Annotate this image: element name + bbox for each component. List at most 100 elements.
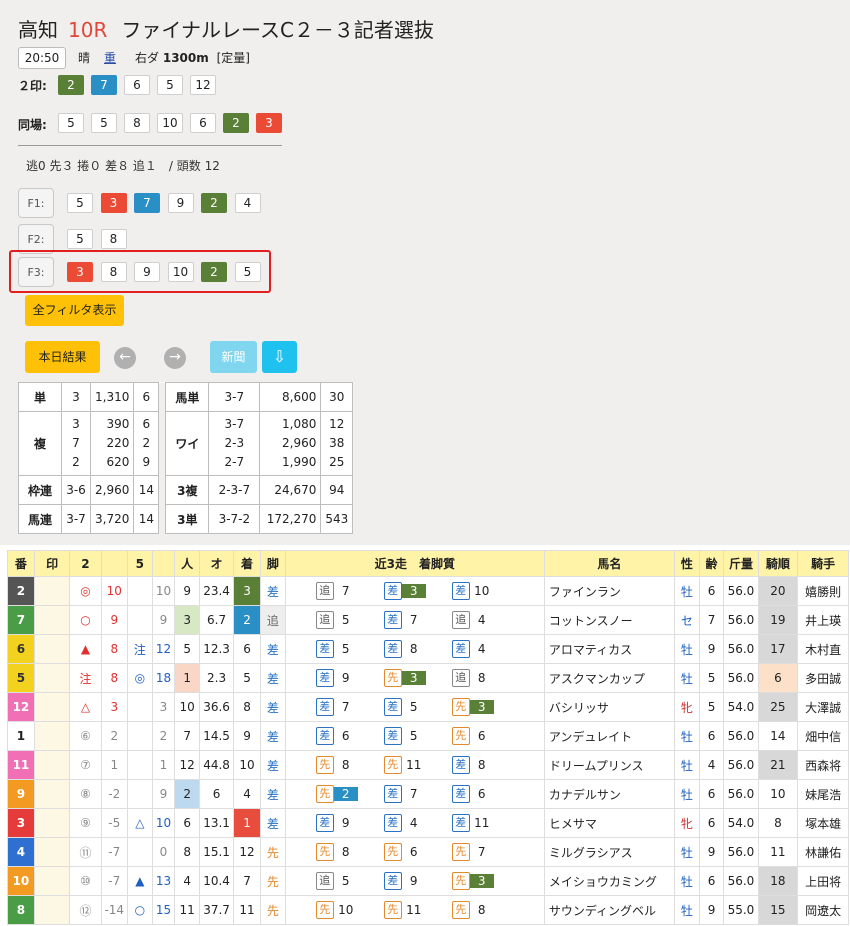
mark-5-value: 9 — [151, 605, 176, 635]
age: 6 — [698, 576, 725, 606]
popularity: 12 — [174, 750, 200, 780]
past-style: 差 — [383, 640, 402, 658]
horse-name: アンデュレイト — [543, 721, 675, 751]
popularity: 6 — [174, 808, 200, 838]
table-row[interactable]: 9 ⑧ -2 9 2 6 4 差先 2 差 7 差 6 カナデルサン牡 6 56.0 10 妹尾浩 — [7, 779, 849, 809]
jockey-rank: 10 — [757, 779, 799, 809]
weight: 56.0 — [723, 837, 759, 867]
mark-2: ▲ — [69, 634, 102, 664]
table-row[interactable]: 6 ▲ 8 注 12 5 12.3 6 差差 5 差 8 差 4 アロマティカス牡 9 56.0 17 木村直 — [7, 634, 849, 664]
odds: 23.4 — [198, 576, 235, 606]
age: 6 — [698, 779, 725, 809]
table-row[interactable]: 11 ⑦ 1 1 12 44.8 10 差先 8 先 11 差 8 ドリームプリンス牡 4 56.0 21 西森将 — [7, 750, 849, 780]
today-results-button[interactable]: 本日結果 — [25, 341, 100, 373]
age: 4 — [698, 750, 725, 780]
track-condition[interactable]: 重 — [104, 49, 116, 66]
table-row[interactable]: 7 ○ 9 9 3 6.7 2 追追 5 差 7 追 4 コットンスノーセ 7 56.0 19 井上瑛 — [7, 605, 849, 635]
race-title: 高知 10R ファイナルレースC２－３記者選抜 — [18, 14, 434, 43]
age: 5 — [698, 663, 725, 693]
column-header: 2 — [69, 550, 102, 577]
past-race: 先8 — [451, 901, 520, 919]
odds: 37.7 — [198, 895, 235, 925]
past-finish: 2 — [333, 787, 358, 801]
horse-number: 8 — [7, 895, 35, 925]
table-row[interactable]: 12 △ 3 3 10 36.6 8 差差 7 差 5 先 3 バシリッサ牝 5 54.0 25 大澤誠 — [7, 692, 849, 722]
news-button[interactable]: 新聞 — [210, 341, 257, 373]
odds: 10.4 — [198, 866, 235, 896]
table-row[interactable]: 10 ⑩ -7 ▲ 13 4 10.4 7 先追 5 差 9 先 3 メイショウカミング牡 6 56.0 18 上田… — [7, 866, 849, 896]
past-race: 先6 — [383, 843, 452, 861]
filter-number-box: 4 — [234, 193, 261, 213]
sex: 牡 — [673, 866, 700, 896]
horse-name: ドリームプリンス — [543, 750, 675, 780]
table-row[interactable]: 4 ⑪ -7 0 8 15.1 12 先先 8 先 6 先 7 ミルグラシアス牡 9 56.0 11 林謙佑 — [7, 837, 849, 867]
finish-position: 12 — [233, 837, 261, 867]
filter-button-f1[interactable]: F1: — [18, 188, 54, 218]
past-style: 先 — [451, 901, 470, 919]
mark-5-value: 13 — [151, 866, 176, 896]
past-race: 差5 — [315, 640, 384, 658]
past-race: 差 11 — [451, 814, 520, 832]
past-finish: 6 — [477, 787, 486, 801]
mark-2: ○ — [69, 605, 102, 635]
show-all-filters-button[interactable]: 全フィルタ表示 — [25, 295, 124, 326]
age: 9 — [698, 837, 725, 867]
past-style: 差 — [451, 814, 470, 832]
past-style: 差 — [383, 582, 402, 600]
mark-number-box: 2 — [58, 75, 84, 95]
filter-number-box: 8 — [100, 229, 127, 249]
past-style: 差 — [315, 669, 334, 687]
past-race: 先8 — [315, 843, 384, 861]
horse-number: 4 — [7, 837, 35, 867]
running-style: 差 — [259, 750, 286, 780]
running-style: 先 — [259, 866, 286, 896]
mark-5-value: 1 — [151, 750, 176, 780]
jockey-rank: 14 — [757, 721, 799, 751]
past-style: 先 — [315, 756, 334, 774]
mark-2: ⑦ — [69, 750, 102, 780]
past-finish: 3 — [401, 671, 426, 685]
table-row[interactable]: 1 ⑥ 2 2 7 14.5 9 差差 6 差 5 先 6 アンデュレイト牡 6 56.0 14 畑中信 — [7, 721, 849, 751]
past-finish: 9 — [341, 671, 350, 685]
mark-5 — [126, 605, 153, 635]
filter-number-box: 9 — [167, 193, 194, 213]
recent-3-races: 追5差9先3 — [284, 866, 545, 896]
mark-5 — [126, 837, 153, 867]
column-header: 馬名 — [543, 550, 675, 577]
past-style: 追 — [451, 669, 470, 687]
prev-arrow-icon[interactable]: ← — [114, 347, 136, 369]
past-race: 差9 — [315, 669, 384, 687]
running-style: 先 — [259, 837, 286, 867]
table-row[interactable]: 5 注 8 ◎ 18 1 2.3 5 差差 9 先 3 追 8 アスクマンカップ牡 5 56.0 6 多田誠 — [7, 663, 849, 693]
column-header: 番 — [7, 550, 35, 577]
table-row[interactable]: 2 ◎ 10 10 9 23.4 3 差追 7 差 3 差 10 ファインラン牡 6 56.0 20 嬉勝則 — [7, 576, 849, 606]
same-number-box: 2 — [223, 113, 249, 133]
past-race: 先6 — [451, 727, 520, 745]
table-row[interactable]: 3 ⑨ -5 △ 10 6 13.1 1 差差 9 差 4 差 11 ヒメサマ牝 6 54.0 8 塚本雄 — [7, 808, 849, 838]
past-finish: 4 — [409, 816, 418, 830]
past-style: 差 — [315, 698, 334, 716]
popularity: 3 — [174, 605, 200, 635]
my-mark-cell — [33, 576, 71, 606]
horse-name: ヒメサマ — [543, 808, 675, 838]
sex: セ — [673, 605, 700, 635]
table-row[interactable]: 8 ⑫ -14 ○ 15 11 37.7 11 先先 10 先 11 先 8 サウンディングベル牡 9 55.0… — [7, 895, 849, 925]
weight: 56.0 — [723, 750, 759, 780]
horse-number: 11 — [7, 750, 35, 780]
past-finish: 8 — [341, 845, 350, 859]
next-arrow-icon[interactable]: → — [164, 347, 186, 369]
past-race: 差7 — [383, 785, 452, 803]
mark-2-value: 9 — [100, 605, 128, 635]
past-race: 差5 — [383, 727, 452, 745]
download-icon[interactable]: ⇩ — [262, 341, 297, 373]
jockey: 西森将 — [797, 750, 849, 780]
finish-position: 7 — [233, 866, 261, 896]
past-race: 追4 — [451, 611, 520, 629]
jockey-rank: 18 — [757, 866, 799, 896]
mark-5-value: 15 — [151, 895, 176, 925]
same-number-box: 5 — [91, 113, 117, 133]
finish-position: 10 — [233, 750, 261, 780]
recent-3-races: 先8先6先7 — [284, 837, 545, 867]
my-mark-cell — [33, 750, 71, 780]
payout-table: 単 3 1,310 6 馬単 3-7 8,600 30 複 372 390 220… — [18, 382, 354, 534]
